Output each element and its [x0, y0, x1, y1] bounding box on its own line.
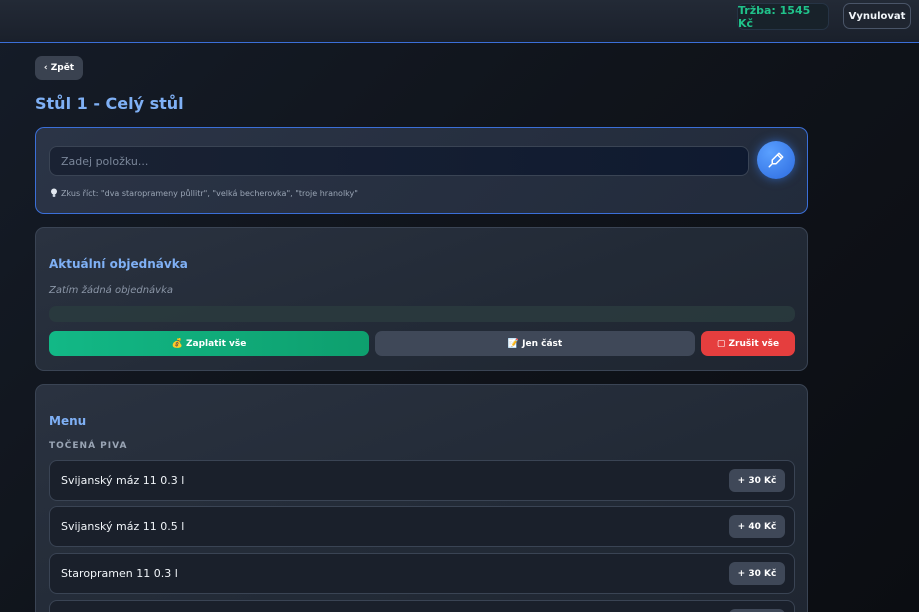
menu-category-label: TOČENÁ PIVA [49, 441, 128, 451]
menu-title: Menu [49, 414, 87, 428]
input-hint-text: Zkus říct: "dva staroprameny půllitr", "… [61, 188, 358, 198]
item-input-card: Zkus říct: "dva staroprameny půllitr", "… [35, 127, 808, 214]
add-item-button[interactable]: + 30 Kč [729, 562, 785, 585]
add-item-button[interactable]: + 40 Kč [729, 515, 785, 538]
menu-item[interactable] [49, 600, 795, 612]
menu-item[interactable]: Svijanský máz 11 0.3 l + 30 Kč [49, 460, 795, 501]
menu-item[interactable]: Svijanský máz 11 0.5 l + 40 Kč [49, 506, 795, 547]
microphone-icon [768, 152, 784, 168]
order-empty-text: Zatím žádná objednávka [49, 285, 174, 296]
input-hint: Zkus říct: "dva staroprameny půllitr", "… [50, 188, 358, 198]
order-items-area [49, 306, 795, 322]
menu-item-name: Svijanský máz 11 0.3 l [61, 474, 185, 487]
menu-item-name: Staropramen 11 0.3 l [61, 567, 178, 580]
order-title: Aktuální objednávka [49, 257, 188, 271]
item-input[interactable] [49, 146, 749, 176]
pay-all-button[interactable]: 💰 Zaplatit vše [49, 331, 369, 356]
add-item-button[interactable]: + 30 Kč [729, 469, 785, 492]
pay-part-button[interactable]: 📝 Jen část [375, 331, 695, 356]
menu-item[interactable]: Staropramen 11 0.3 l + 30 Kč [49, 553, 795, 594]
revenue-badge: Tržba: 1545 Kč [737, 3, 829, 30]
menu-card: Menu TOČENÁ PIVA Svijanský máz 11 0.3 l … [35, 384, 808, 612]
current-order-card: Aktuální objednávka Zatím žádná objednáv… [35, 227, 808, 371]
menu-item-name: Svijanský máz 11 0.5 l [61, 520, 185, 533]
cancel-all-button[interactable]: ▢ Zrušit vše [701, 331, 795, 356]
top-bar: Tržba: 1545 Kč Vynulovat [0, 0, 919, 43]
page-title: Stůl 1 - Celý stůl [35, 94, 184, 113]
voice-input-button[interactable] [757, 141, 795, 179]
reset-button[interactable]: Vynulovat [843, 3, 911, 29]
back-button[interactable]: ‹ Zpět [35, 56, 83, 80]
lightbulb-icon [51, 188, 57, 197]
